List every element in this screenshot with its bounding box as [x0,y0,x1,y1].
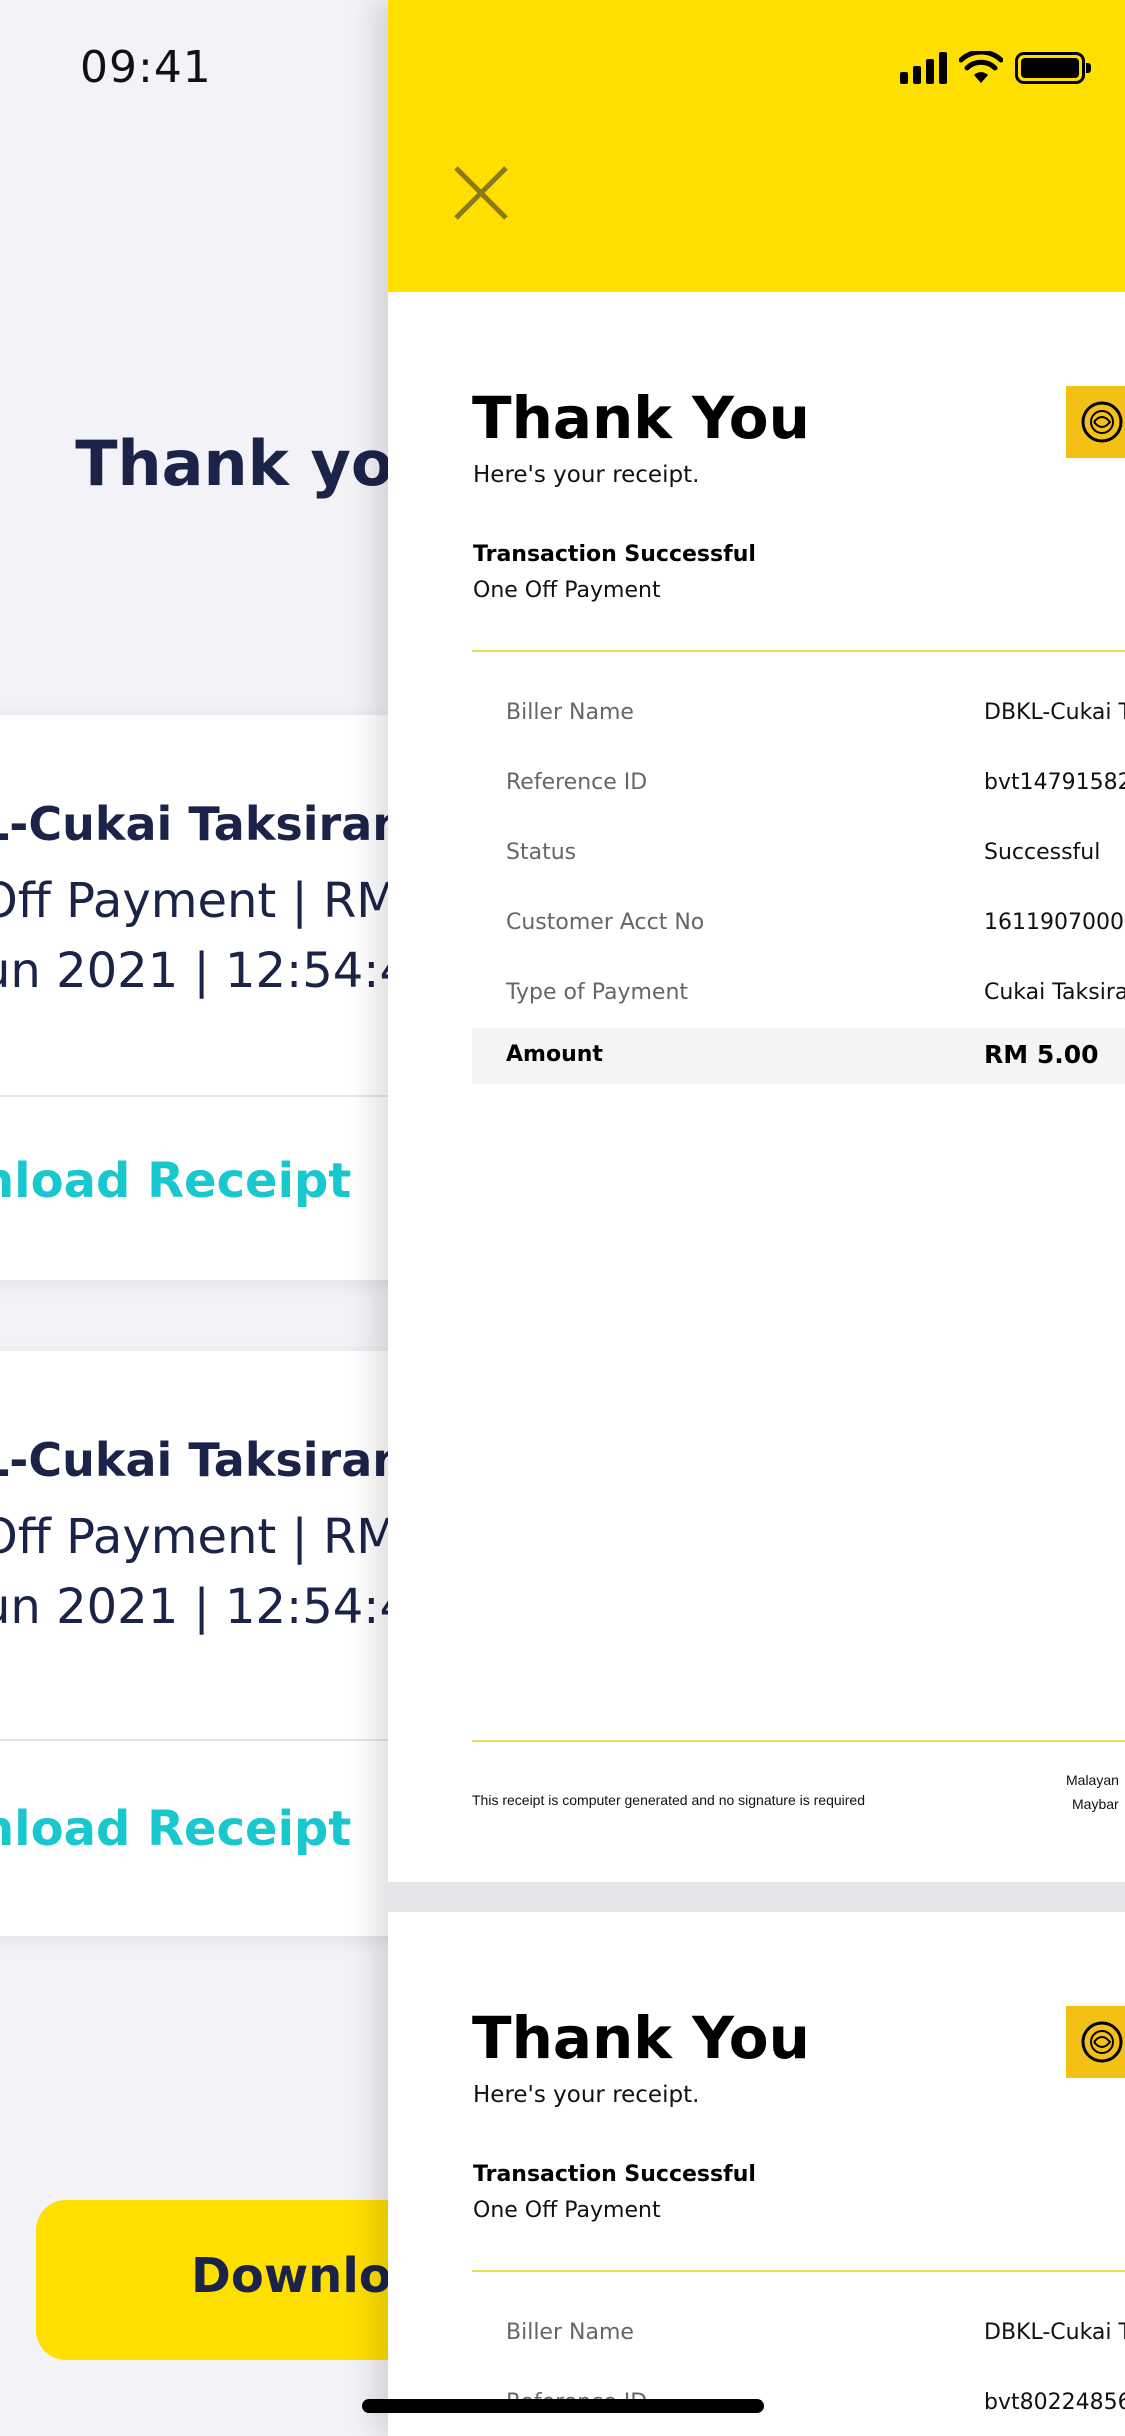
receipt-footnote: This receipt is computer generated and n… [472,1792,865,1808]
card-datetime: un 2021 | 12:54:44 [0,1579,441,1635]
transaction-card[interactable]: L-Cukai Taksiran Off Payment | RM un 202… [0,1351,441,1936]
battery-icon [1015,52,1091,84]
receipt-row-status: Status Successful [472,826,1125,882]
download-receipt-link[interactable]: nload Receipt [0,1801,351,1857]
transaction-status: Transaction Successful [473,2162,756,2187]
receipt-footer-divider [472,1740,1125,1742]
receipt-row-biller-name: Biller Name DBKL-Cukai T [472,686,1125,742]
receipt-title: Thank You [472,384,810,452]
card-title: L-Cukai Taksiran [0,1433,406,1487]
bank-info: Malayan Maybar [1066,1768,1119,1816]
modal-header [388,0,1125,292]
row-value: bvt147915821 [984,770,1125,795]
row-value: Successful [984,840,1101,865]
transaction-card[interactable]: L-Cukai Taksiran Off Payment | RM un 202… [0,715,441,1280]
receipt-row-amount: Amount RM 5.00 [472,1028,1125,1084]
receipt-subtitle: Here's your receipt. [473,462,700,488]
row-label: Type of Payment [506,980,689,1005]
cellular-signal-icon [900,52,947,84]
home-indicator[interactable] [362,2399,764,2413]
row-label: Biller Name [506,2320,634,2345]
bank-line2: Maybar [1072,1796,1119,1812]
download-receipt-link[interactable]: nload Receipt [0,1153,351,1209]
card-divider [0,1095,400,1097]
maybank-logo [1066,2006,1125,2078]
row-label: Reference ID [506,770,648,795]
tiger-emblem-icon [1081,401,1123,443]
row-label: Amount [506,1042,603,1067]
card-subtitle: Off Payment | RM [0,873,398,929]
payment-type: One Off Payment [473,2198,661,2223]
bank-line1: Malayan [1066,1772,1119,1788]
receipt-modal: Thank You Here's your receipt. Transacti… [388,0,1125,2436]
card-title: L-Cukai Taksiran [0,797,406,851]
tiger-emblem-icon [1081,2021,1123,2063]
row-value: 161190700000 [984,910,1125,935]
row-value: Cukai Taksira [984,980,1125,1005]
row-value: RM 5.00 [984,1040,1099,1069]
row-label: Customer Acct No [506,910,705,935]
receipt-divider [472,650,1125,652]
transaction-status: Transaction Successful [473,542,756,567]
receipt-subtitle: Here's your receipt. [473,2082,700,2108]
receipt-card: Thank You Here's your receipt. Transacti… [388,292,1125,1882]
receipt-title: Thank You [472,2004,810,2072]
card-datetime: un 2021 | 12:54:44 [0,943,441,999]
status-time: 09:41 [80,42,212,93]
payment-type: One Off Payment [473,578,661,603]
receipt-row-biller-name: Biller Name DBKL-Cukai T [472,2306,1125,2362]
row-value: bvt80224856 [984,2390,1125,2415]
maybank-logo [1066,386,1125,458]
row-value: DBKL-Cukai T [984,2320,1125,2345]
receipt-row-payment-type: Type of Payment Cukai Taksira [472,966,1125,1022]
receipt-row-reference-id: Reference ID bvt147915821 [472,756,1125,812]
card-subtitle: Off Payment | RM [0,1509,398,1565]
wifi-icon [959,51,1003,83]
row-value: DBKL-Cukai T [984,700,1125,725]
receipt-row-customer-acct: Customer Acct No 161190700000 [472,896,1125,952]
status-icons [900,46,1091,90]
receipt-divider [472,2270,1125,2272]
card-divider [0,1739,400,1741]
row-label: Status [506,840,577,865]
row-label: Biller Name [506,700,634,725]
receipt-card: Thank You Here's your receipt. Transacti… [388,1912,1125,2436]
close-icon[interactable] [450,162,512,224]
